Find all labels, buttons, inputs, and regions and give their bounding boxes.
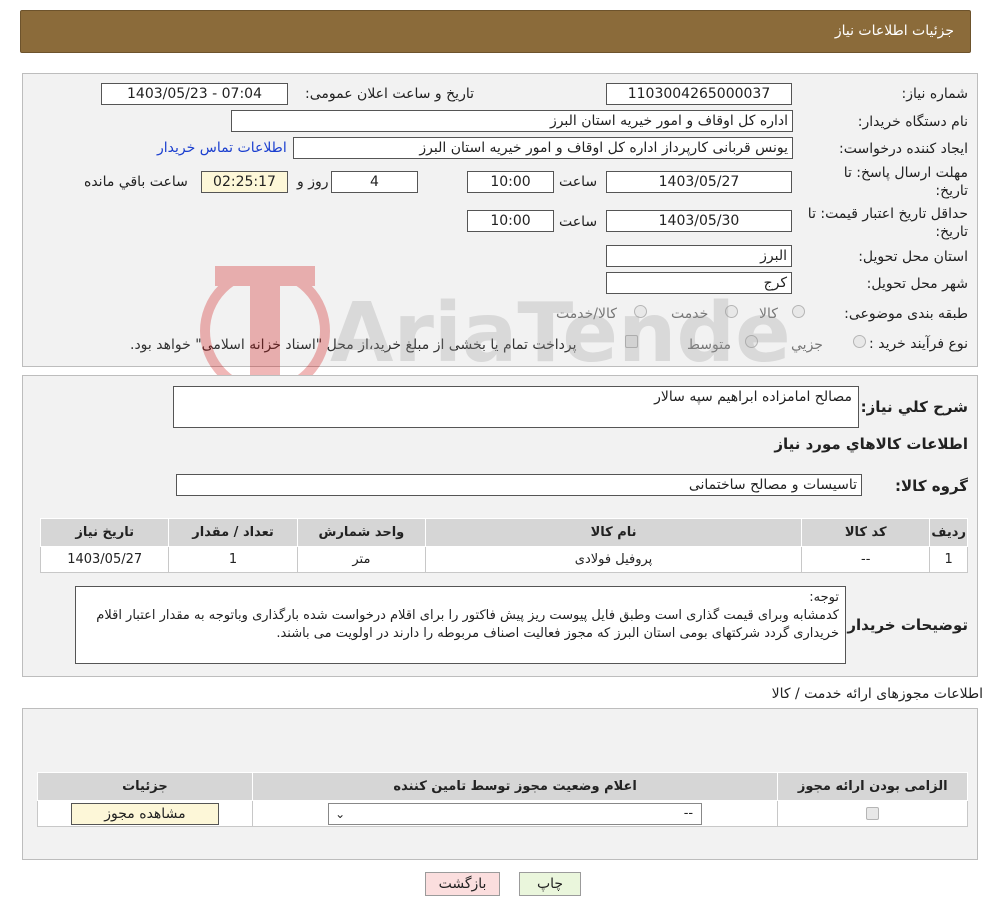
cell-row-number: 1 (929, 546, 968, 573)
col-quantity: تعداد / مقدار (168, 518, 298, 547)
goods-table: رديف کد کالا نام کالا واحد شمارش تعداد /… (39, 518, 968, 573)
col-need-date: تاریخ نیاز (39, 518, 170, 547)
cell-unit: متر (296, 546, 427, 573)
chevron-down-icon: ⌄ (335, 806, 346, 821)
deadline-label-line2: تاریخ: (935, 183, 968, 199)
buyer-org-field: اداره کل اوقاف و امور خیریه استان البرز (231, 110, 793, 132)
category-goods-radio[interactable] (792, 305, 805, 318)
view-permit-button[interactable]: مشاهده مجوز (70, 802, 219, 825)
table-row: 1 -- پروفیل فولادی متر 1 1403/05/27 (39, 546, 968, 573)
category-goods-service-radio[interactable] (634, 305, 647, 318)
goods-table-header: رديف کد کالا نام کالا واحد شمارش تعداد /… (39, 518, 968, 547)
cell-permit-required (777, 800, 968, 827)
remaining-time-label: ساعت باقي مانده (84, 174, 188, 190)
description-label: شرح کلي نياز: (860, 398, 968, 416)
process-label: نوع فرآیند خرید : (869, 336, 968, 352)
category-label: طبقه بندی موضوعی: (844, 306, 968, 322)
goods-info-title: اطلاعات کالاهاي مورد نياز (774, 435, 968, 453)
price-validity-time-field: 10:00 (467, 210, 554, 232)
city-field: کرج (606, 272, 792, 294)
table-row: ⌄ -- مشاهده مجوز (37, 800, 968, 827)
requester-field: یونس قربانی کارپرداز اداره کل اوقاف و ام… (293, 137, 793, 159)
treasury-payment-checkbox[interactable] (625, 335, 638, 348)
cell-permit-details: مشاهده مجوز (37, 800, 253, 827)
permit-required-checkbox[interactable] (866, 807, 880, 820)
city-label: شهر محل تحویل: (866, 276, 968, 292)
permits-section-title: اطلاعات مجوزهای ارائه خدمت / کالا (771, 686, 983, 702)
category-goods-label: کالا (759, 306, 778, 322)
description-field: مصالح امامزاده ابراهیم سپه سالار (173, 386, 859, 428)
back-button[interactable]: بازگشت (425, 872, 500, 896)
price-validity-time-label: ساعت (559, 214, 598, 230)
col-goods-code: کد کالا (801, 518, 931, 547)
print-button[interactable]: چاپ (519, 872, 581, 896)
province-label: استان محل تحویل: (858, 249, 968, 265)
price-validity-label-line1: حداقل تاریخ اعتبار قیمت: تا (807, 206, 968, 222)
page-header: جزئیات اطلاعات نیاز (20, 10, 971, 53)
buyer-notes-field: توجه: کدمشابه وبرای قیمت گذاری است وطبق … (75, 586, 846, 664)
col-permit-details: جزئیات (37, 772, 253, 801)
treasury-payment-note: پرداخت تمام یا بخشی از مبلغ خرید،از محل … (130, 337, 577, 353)
col-permit-required: الزامی بودن ارائه مجوز (777, 772, 968, 801)
col-goods-name: نام کالا (425, 518, 803, 547)
buyer-notes-label: توضيحات خريدار: (841, 616, 968, 634)
buyer-org-label: نام دستگاه خریدار: (857, 114, 968, 130)
goods-group-field: تاسیسات و مصالح ساختمانی (176, 474, 862, 496)
deadline-date-field: 1403/05/27 (606, 171, 792, 193)
deadline-time-label: ساعت (559, 174, 598, 190)
cell-goods-code: -- (801, 546, 931, 573)
announce-label: تاریخ و ساعت اعلان عمومی: (305, 86, 474, 102)
permits-table-header: الزامی بودن ارائه مجوز اعلام وضعیت مجوز … (37, 772, 968, 801)
days-field: 4 (331, 171, 418, 193)
page-title: جزئیات اطلاعات نیاز (834, 23, 954, 39)
process-minor-label: جزیي (791, 337, 823, 353)
process-medium-radio[interactable] (745, 335, 758, 348)
process-minor-radio[interactable] (853, 335, 866, 348)
col-unit: واحد شمارش (296, 518, 427, 547)
days-label: روز و (297, 174, 329, 190)
cell-need-date: 1403/05/27 (39, 546, 170, 573)
need-number-label: شماره نیاز: (901, 86, 969, 102)
permit-status-value: -- (683, 805, 694, 821)
announce-field: 1403/05/23 - 07:04 (101, 83, 288, 105)
category-service-label: خدمت (671, 306, 709, 322)
province-field: البرز (606, 245, 792, 267)
goods-group-label: گروه کالا: (895, 477, 968, 495)
cell-permit-status: ⌄ -- (251, 800, 779, 827)
col-permit-status: اعلام وضعیت مجوز توسط تامین کننده (251, 772, 779, 801)
category-service-radio[interactable] (725, 305, 738, 318)
deadline-label-line1: مهلت ارسال پاسخ: تا (843, 165, 968, 181)
cell-quantity: 1 (168, 546, 298, 573)
permit-status-select[interactable]: ⌄ -- (328, 802, 703, 825)
requester-label: ایجاد کننده درخواست: (839, 141, 968, 157)
remaining-time-field: 02:25:17 (201, 171, 288, 193)
buyer-contact-link[interactable]: اطلاعات تماس خریدار (157, 140, 287, 156)
cell-goods-name: پروفیل فولادی (425, 546, 803, 573)
price-validity-date-field: 1403/05/30 (606, 210, 792, 232)
permits-table: الزامی بودن ارائه مجوز اعلام وضعیت مجوز … (37, 772, 968, 827)
category-goods-service-label: کالا/خدمت (556, 306, 617, 322)
need-number-field: 1103004265000037 (606, 83, 792, 105)
col-row-number: رديف (929, 518, 968, 547)
deadline-time-field: 10:00 (467, 171, 554, 193)
process-medium-label: متوسط (687, 337, 731, 353)
price-validity-label-line2: تاریخ: (935, 224, 968, 240)
